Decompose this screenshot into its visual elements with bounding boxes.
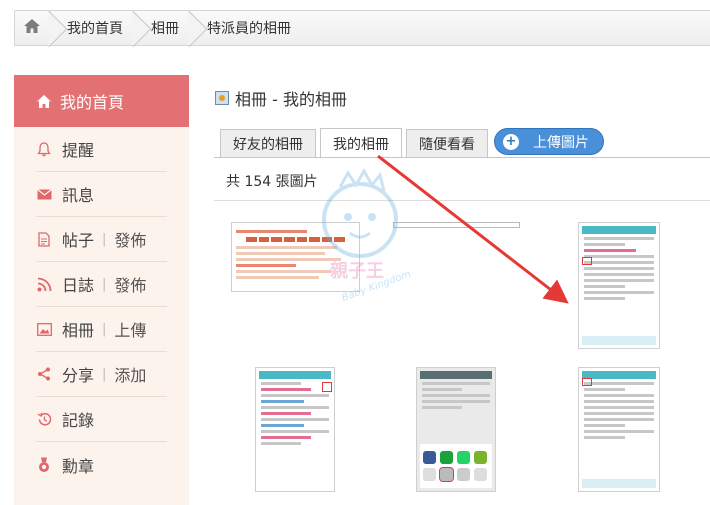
sidebar-item-share[interactable]: 分享 | 添加	[36, 352, 167, 397]
sidebar-item-label: 帖子	[62, 231, 95, 250]
album-thumbnail[interactable]	[255, 367, 335, 492]
divider	[214, 200, 710, 201]
page-title: 相冊 - 我的相冊	[215, 86, 347, 110]
tab-divider	[214, 157, 710, 158]
album-icon	[215, 91, 229, 105]
album-thumbnail[interactable]	[393, 222, 520, 228]
sidebar-item-label: 提醒	[62, 141, 95, 160]
sidebar-upload-link[interactable]: 上傳	[114, 317, 146, 341]
sidebar-item-label: 相冊	[62, 321, 95, 340]
album-thumbnail[interactable]	[231, 222, 360, 292]
separator: |	[102, 321, 107, 337]
album-thumbnail[interactable]	[578, 367, 660, 492]
sidebar-item-notify[interactable]: 提醒	[36, 127, 167, 172]
separator: |	[102, 366, 107, 382]
sidebar-item-medal[interactable]: 勳章	[36, 442, 167, 487]
sidebar-item-history[interactable]: 記錄	[36, 397, 167, 442]
sidebar-item-album[interactable]: 相冊 | 上傳	[36, 307, 167, 352]
sidebar-item-label: 日誌	[62, 276, 95, 295]
breadcrumb-label[interactable]: 我的首頁	[67, 18, 123, 38]
page-title-text: 相冊 - 我的相冊	[235, 90, 347, 109]
picture-icon	[36, 321, 52, 337]
sidebar-item-blog[interactable]: 日誌 | 發佈	[36, 262, 167, 307]
breadcrumb-label: 特派員的相冊	[207, 21, 291, 37]
upload-image-button[interactable]: + 上傳圖片	[494, 128, 604, 155]
separator: |	[102, 276, 107, 292]
breadcrumb-home[interactable]	[15, 11, 55, 45]
sidebar-item-label: 訊息	[62, 186, 95, 205]
document-icon	[36, 231, 52, 247]
sidebar-item-label: 記錄	[62, 411, 95, 430]
home-icon	[37, 94, 51, 108]
breadcrumb-item-current: 特派員的相冊	[195, 11, 307, 45]
sidebar: 我的首頁 提醒 訊息 帖子 | 發佈 日誌 | 發佈 相冊 | 上傳 分享 | …	[14, 75, 189, 505]
tab-friends-albums[interactable]: 好友的相冊	[220, 129, 316, 158]
bell-icon	[36, 141, 52, 157]
separator: |	[102, 231, 107, 247]
upload-button-label: 上傳圖片	[533, 134, 589, 151]
breadcrumb: 我的首頁 相冊 特派員的相冊	[14, 10, 710, 46]
sidebar-share-add-link[interactable]: 添加	[114, 362, 146, 386]
plus-icon: +	[503, 133, 519, 150]
tab-browse[interactable]: 隨便看看	[406, 129, 488, 158]
breadcrumb-item-home[interactable]: 我的首頁	[55, 11, 139, 45]
feed-icon	[36, 276, 52, 292]
mail-icon	[36, 186, 52, 202]
home-icon[interactable]	[23, 18, 41, 38]
sidebar-item-label: 勳章	[62, 456, 95, 476]
sidebar-item-home[interactable]: 我的首頁	[14, 75, 189, 127]
sidebar-blog-post-link[interactable]: 發佈	[114, 272, 146, 296]
tab-my-albums[interactable]: 我的相冊	[320, 128, 402, 158]
medal-icon	[36, 457, 52, 473]
share-icon	[36, 366, 52, 382]
sidebar-item-label: 分享	[62, 366, 95, 385]
breadcrumb-label[interactable]: 相冊	[151, 18, 179, 38]
history-icon	[36, 411, 52, 427]
album-tabs: 好友的相冊 我的相冊 隨便看看 + 上傳圖片	[220, 128, 604, 158]
sidebar-post-link[interactable]: 發佈	[114, 227, 146, 251]
album-thumbnail[interactable]	[416, 367, 496, 492]
sidebar-item-label: 我的首頁	[60, 93, 125, 112]
sidebar-item-message[interactable]: 訊息	[36, 172, 167, 217]
image-count: 共 154 張圖片	[226, 174, 318, 190]
album-thumbnail[interactable]	[578, 222, 660, 349]
sidebar-item-posts[interactable]: 帖子 | 發佈	[36, 217, 167, 262]
